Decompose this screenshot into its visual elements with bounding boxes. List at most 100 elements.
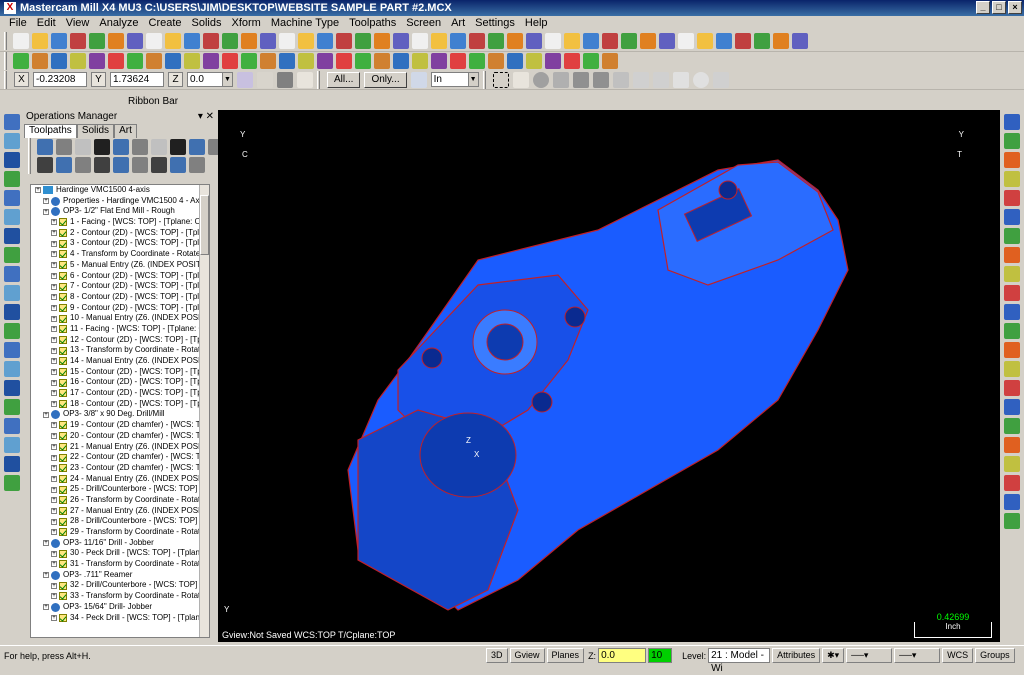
left-tool-9-icon[interactable]: [4, 266, 20, 282]
tree-row[interactable]: +1 - Facing - [WCS: TOP] - [Tplane: OF: [31, 217, 209, 228]
secondary-tool-15-icon[interactable]: [279, 52, 295, 69]
right-tool-7-icon[interactable]: [1004, 228, 1020, 244]
main-tool-10-icon[interactable]: [184, 32, 200, 49]
ops-row2-tool-8-icon[interactable]: [170, 157, 186, 173]
secondary-tool-12-icon[interactable]: [222, 52, 238, 69]
line-width-dropdown[interactable]: ──▾: [894, 648, 941, 663]
tree-row[interactable]: +29 - Transform by Coordinate - Rotat: [31, 527, 209, 538]
main-tool-17-icon[interactable]: [317, 32, 333, 49]
left-tool-20-icon[interactable]: [4, 475, 20, 491]
level-field[interactable]: 21 : Model - Wi: [708, 648, 771, 674]
main-tool-4-icon[interactable]: [70, 32, 86, 49]
tree-row[interactable]: +3 - Contour (2D) - [WCS: TOP] - [Tpl: [31, 238, 209, 249]
tab-solids[interactable]: Solids: [76, 124, 115, 138]
tree-row[interactable]: +10 - Manual Entry (Z6. (INDEX POSIT: [31, 313, 209, 324]
color-field[interactable]: 10: [648, 648, 673, 663]
expand-toggle-icon[interactable]: +: [51, 422, 57, 429]
expand-toggle-icon[interactable]: +: [51, 262, 57, 269]
secondary-tool-22-icon[interactable]: [412, 52, 428, 69]
selection-mode-dropdown[interactable]: In ▼: [430, 72, 479, 87]
fast-point-icon[interactable]: [237, 71, 253, 88]
close-button[interactable]: ×: [1008, 1, 1022, 14]
main-tool-30-icon[interactable]: [564, 32, 580, 49]
attributes-button[interactable]: Attributes: [772, 648, 821, 663]
ops-row2-tool-1-icon[interactable]: [37, 157, 53, 173]
verify-selection-icon[interactable]: [410, 71, 427, 88]
main-tool-21-icon[interactable]: [393, 32, 409, 49]
left-tool-16-icon[interactable]: [4, 399, 20, 415]
expand-toggle-icon[interactable]: +: [51, 358, 57, 365]
ops-row1-tool-1-icon[interactable]: [37, 139, 53, 155]
tree-row[interactable]: +6 - Contour (2D) - [WCS: TOP] - [Tpla: [31, 271, 209, 282]
tree-row[interactable]: +4 - Transform by Coordinate - Rotate: [31, 249, 209, 260]
secondary-tool-18-icon[interactable]: [336, 52, 352, 69]
right-tool-14-icon[interactable]: [1004, 361, 1020, 377]
secondary-tool-9-icon[interactable]: [165, 52, 181, 69]
maximize-button[interactable]: □: [992, 1, 1006, 14]
tree-row[interactable]: +34 - Peck Drill - [WCS: TOP] - [Tplane: [31, 613, 209, 624]
expand-toggle-icon[interactable]: +: [51, 486, 57, 493]
tree-row[interactable]: +14 - Manual Entry (Z6. (INDEX POSIT: [31, 356, 209, 367]
main-tool-11-icon[interactable]: [203, 32, 219, 49]
main-tool-5-icon[interactable]: [89, 32, 105, 49]
right-tool-18-icon[interactable]: [1004, 437, 1020, 453]
main-tool-23-icon[interactable]: [431, 32, 447, 49]
expand-toggle-icon[interactable]: +: [51, 507, 57, 514]
menu-analyze[interactable]: Analyze: [94, 17, 143, 29]
tree-row[interactable]: +32 - Drill/Counterbore - [WCS: TOP] -: [31, 580, 209, 591]
left-tool-18-icon[interactable]: [4, 437, 20, 453]
expand-toggle-icon[interactable]: +: [43, 198, 49, 205]
ops-row2-tool-3-icon[interactable]: [75, 157, 91, 173]
main-tool-28-icon[interactable]: [526, 32, 542, 49]
solid-chain-icon[interactable]: [632, 71, 649, 88]
z-coordinate-field[interactable]: 0.0 ▼: [187, 72, 233, 87]
main-tool-13-icon[interactable]: [241, 32, 257, 49]
toolbar-grip[interactable]: [4, 70, 7, 89]
tab-art[interactable]: Art: [114, 124, 137, 138]
ops-row2-tool-6-icon[interactable]: [132, 157, 148, 173]
right-tool-8-icon[interactable]: [1004, 247, 1020, 263]
secondary-tool-5-icon[interactable]: [89, 52, 105, 69]
main-tool-24-icon[interactable]: [450, 32, 466, 49]
pointer-select-icon[interactable]: [512, 71, 529, 88]
menu-art[interactable]: Art: [446, 17, 470, 29]
tree-row[interactable]: +12 - Contour (2D) - [WCS: TOP] - [Tp: [31, 335, 209, 346]
right-tool-22-icon[interactable]: [1004, 513, 1020, 529]
secondary-tool-31-icon[interactable]: [583, 52, 599, 69]
expand-toggle-icon[interactable]: +: [51, 294, 57, 301]
solid-edge-icon[interactable]: [592, 71, 609, 88]
right-tool-17-icon[interactable]: [1004, 418, 1020, 434]
secondary-tool-4-icon[interactable]: [70, 52, 86, 69]
main-tool-38-icon[interactable]: [716, 32, 732, 49]
main-tool-37-icon[interactable]: [697, 32, 713, 49]
expand-toggle-icon[interactable]: +: [43, 540, 49, 547]
menu-xform[interactable]: Xform: [227, 17, 266, 29]
right-tool-1-icon[interactable]: [1004, 114, 1020, 130]
main-tool-25-icon[interactable]: [469, 32, 485, 49]
expand-toggle-icon[interactable]: +: [51, 251, 57, 258]
toolbar-grip[interactable]: [28, 138, 31, 156]
groups-button[interactable]: Groups: [975, 648, 1015, 663]
expand-toggle-icon[interactable]: +: [51, 582, 57, 589]
expand-toggle-icon[interactable]: +: [51, 240, 57, 247]
x-coordinate-field[interactable]: -0.23208: [33, 72, 87, 87]
close-panel-icon[interactable]: ▾ ✕: [198, 110, 214, 123]
tree-row[interactable]: +5 - Manual Entry (Z6. (INDEX POSITIO: [31, 260, 209, 271]
secondary-tool-7-icon[interactable]: [127, 52, 143, 69]
main-tool-42-icon[interactable]: [792, 32, 808, 49]
graphics-viewport[interactable]: Y C Y T Z X Y Gview:Not Saved WCS:TOP T/…: [218, 110, 1000, 642]
expand-toggle-icon[interactable]: +: [51, 347, 57, 354]
toolbar-grip[interactable]: [28, 156, 31, 174]
solid-body-icon[interactable]: [572, 71, 589, 88]
ops-row2-tool-5-icon[interactable]: [113, 157, 129, 173]
left-tool-12-icon[interactable]: [4, 323, 20, 339]
right-tool-16-icon[interactable]: [1004, 399, 1020, 415]
right-tool-12-icon[interactable]: [1004, 323, 1020, 339]
left-tool-7-icon[interactable]: [4, 228, 20, 244]
right-tool-9-icon[interactable]: [1004, 266, 1020, 282]
right-tool-2-icon[interactable]: [1004, 133, 1020, 149]
ops-row1-tool-7-icon[interactable]: [151, 139, 167, 155]
expand-toggle-icon[interactable]: +: [51, 336, 57, 343]
ops-row2-tool-7-icon[interactable]: [151, 157, 167, 173]
tree-row[interactable]: +17 - Contour (2D) - [WCS: TOP] - [Tp: [31, 388, 209, 399]
